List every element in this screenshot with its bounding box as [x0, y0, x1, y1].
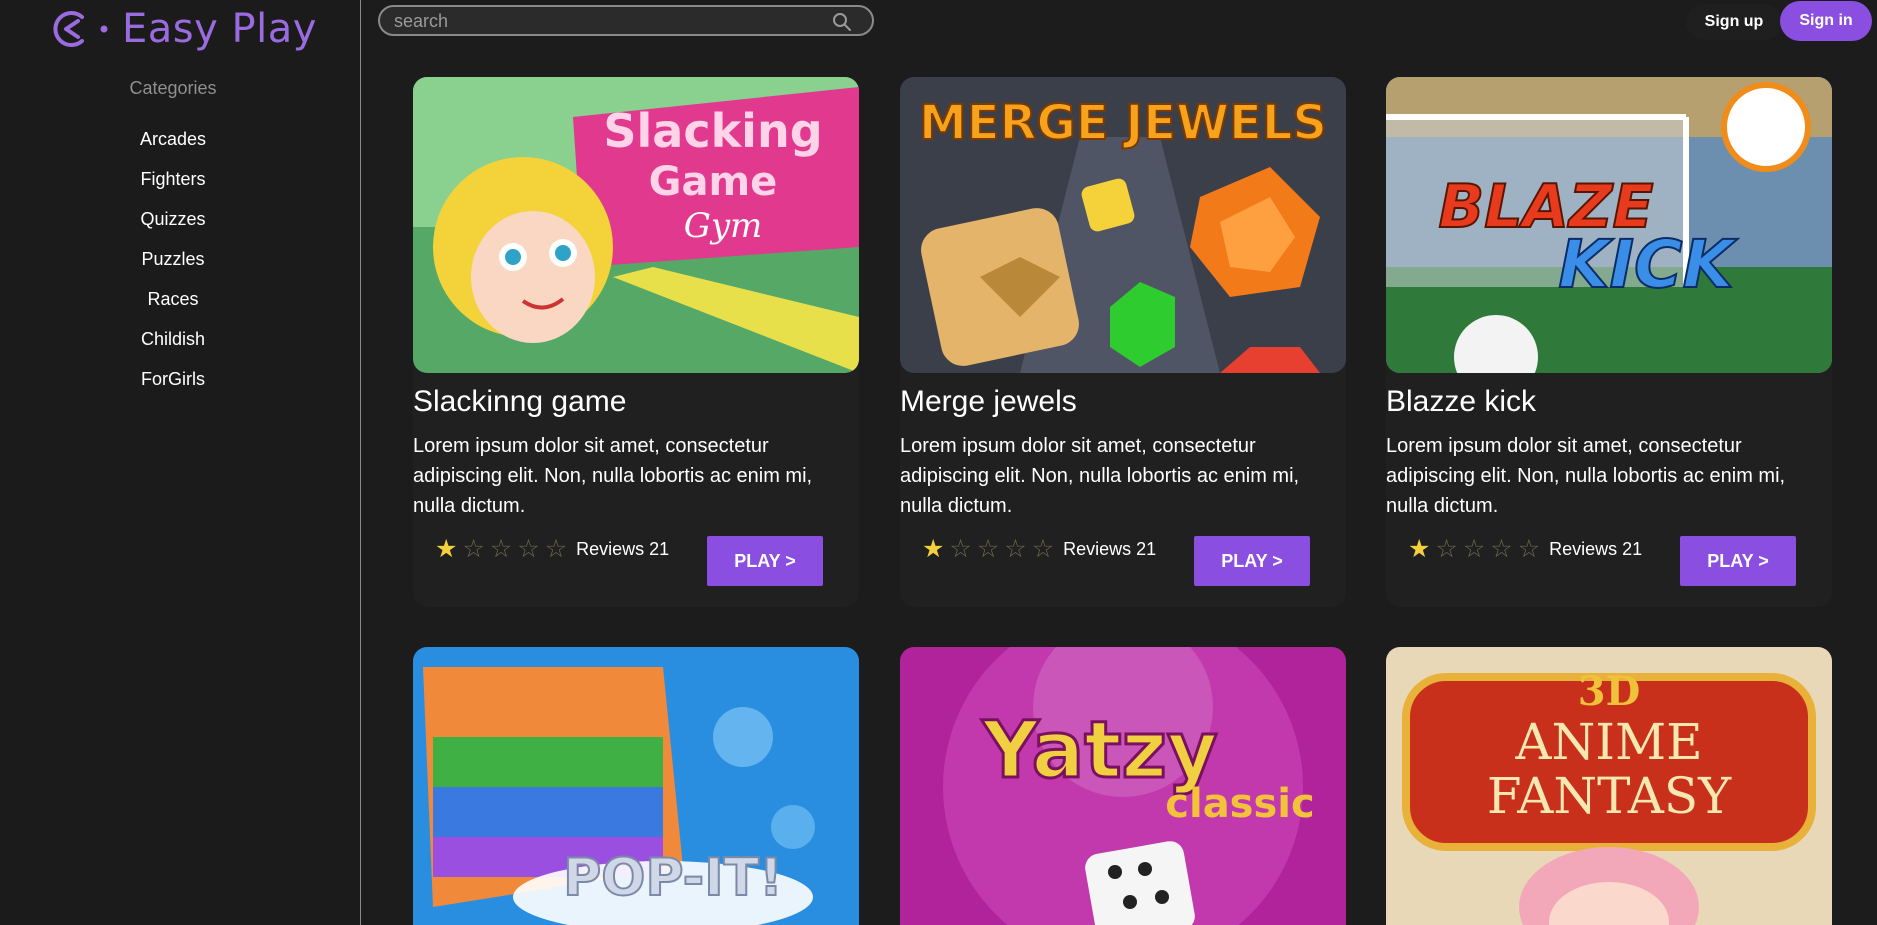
- sidebar-item-fighters[interactable]: Fighters: [0, 166, 346, 206]
- star-empty-icon[interactable]: ☆: [1518, 537, 1540, 562]
- rating: ★ ☆ ☆ ☆ ☆ Reviews 21: [435, 537, 669, 562]
- play-button[interactable]: PLAY >: [707, 536, 823, 586]
- game-title: Blazze kick: [1386, 385, 1537, 418]
- svg-text:3D: 3D: [1578, 668, 1641, 715]
- svg-text:Gym: Gym: [684, 206, 763, 246]
- review-count: Reviews 21: [1549, 539, 1643, 559]
- game-description: Lorem ipsum dolor sit amet, consectetur …: [413, 435, 813, 517]
- game-card: 3D ANIME FANTASY: [1386, 647, 1832, 925]
- svg-text:FANTASY: FANTASY: [1487, 767, 1732, 825]
- review-count: Reviews 21: [576, 539, 670, 559]
- game-card: Slacking Game Gym Slackinng game Lorem i…: [413, 77, 859, 607]
- sidebar-item-puzzles[interactable]: Puzzles: [0, 246, 346, 286]
- logo[interactable]: Easy Play: [52, 6, 317, 52]
- sign-up-button[interactable]: Sign up: [1686, 4, 1782, 40]
- star-empty-icon[interactable]: ☆: [977, 537, 999, 562]
- svg-text:Slacking: Slacking: [603, 104, 822, 158]
- game-thumbnail[interactable]: Slacking Game Gym: [413, 77, 859, 373]
- rating: ★ ☆ ☆ ☆ ☆ Reviews 21: [1408, 537, 1642, 562]
- play-button[interactable]: PLAY >: [1680, 536, 1796, 586]
- svg-text:ANIME: ANIME: [1514, 713, 1702, 771]
- search-icon[interactable]: [832, 12, 852, 37]
- svg-text:KICK: KICK: [1558, 226, 1738, 303]
- svg-text:POP-IT!: POP-IT!: [563, 848, 783, 908]
- sidebar-item-forgirls[interactable]: ForGirls: [0, 366, 346, 406]
- star-empty-icon[interactable]: ☆: [545, 537, 567, 562]
- star-empty-icon[interactable]: ☆: [517, 537, 539, 562]
- svg-text:classic: classic: [1165, 781, 1314, 827]
- star-empty-icon[interactable]: ☆: [1004, 537, 1026, 562]
- star-empty-icon[interactable]: ☆: [1490, 537, 1512, 562]
- sidebar-item-arcades[interactable]: Arcades: [0, 126, 346, 166]
- game-description: Lorem ipsum dolor sit amet, consectetur …: [1386, 435, 1786, 517]
- star-empty-icon[interactable]: ☆: [490, 537, 512, 562]
- sidebar-item-races[interactable]: Races: [0, 286, 346, 326]
- logo-icon: [52, 7, 112, 51]
- game-description: Lorem ipsum dolor sit amet, consectetur …: [900, 435, 1300, 517]
- game-thumbnail[interactable]: POP-IT!: [413, 647, 859, 925]
- game-thumbnail[interactable]: BLAZE KICK: [1386, 77, 1832, 373]
- categories-title: Categories: [129, 78, 217, 98]
- sidebar-item-quizzes[interactable]: Quizzes: [0, 206, 346, 246]
- star-filled-icon[interactable]: ★: [922, 537, 944, 562]
- game-title: Merge jewels: [900, 385, 1077, 418]
- star-empty-icon[interactable]: ☆: [1463, 537, 1485, 562]
- sidebar: Easy Play Categories Arcades Fighters Qu…: [0, 0, 361, 925]
- star-empty-icon[interactable]: ☆: [1032, 537, 1054, 562]
- svg-text:Game: Game: [649, 159, 778, 205]
- category-list: Arcades Fighters Quizzes Puzzles Races C…: [0, 126, 346, 406]
- game-thumbnail[interactable]: Yatzy classic: [900, 647, 1346, 925]
- sign-in-button[interactable]: Sign in: [1780, 1, 1872, 41]
- rating: ★ ☆ ☆ ☆ ☆ Reviews 21: [922, 537, 1156, 562]
- search-bar: [378, 5, 874, 36]
- logo-text: Easy Play: [122, 6, 317, 52]
- review-count: Reviews 21: [1063, 539, 1157, 559]
- star-empty-icon[interactable]: ☆: [949, 537, 971, 562]
- svg-text:MERGE JEWELS: MERGE JEWELS: [919, 95, 1327, 151]
- game-thumbnail[interactable]: MERGE JEWELS: [900, 77, 1346, 373]
- game-thumbnail[interactable]: 3D ANIME FANTASY: [1386, 647, 1832, 925]
- game-title: Slackinng game: [413, 385, 627, 418]
- game-card: BLAZE KICK Blazze kick Lorem ipsum dolor…: [1386, 77, 1832, 607]
- game-card: MERGE JEWELS Merge jewels Lorem ipsum do…: [900, 77, 1346, 607]
- star-empty-icon[interactable]: ☆: [462, 537, 484, 562]
- game-card: POP-IT!: [413, 647, 859, 925]
- search-input[interactable]: [392, 7, 836, 36]
- star-filled-icon[interactable]: ★: [435, 537, 457, 562]
- play-button[interactable]: PLAY >: [1194, 536, 1310, 586]
- game-card: Yatzy classic: [900, 647, 1346, 925]
- sidebar-item-childish[interactable]: Childish: [0, 326, 346, 366]
- star-empty-icon[interactable]: ☆: [1435, 537, 1457, 562]
- star-filled-icon[interactable]: ★: [1408, 537, 1430, 562]
